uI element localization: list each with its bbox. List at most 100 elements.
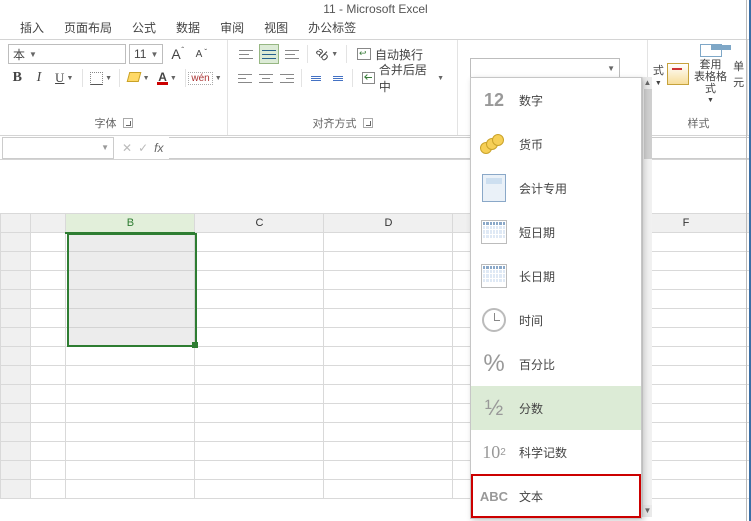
font-size-value: 11 — [134, 47, 146, 61]
window-border — [746, 0, 747, 521]
format-label: 数字 — [519, 92, 543, 109]
tab-formulas[interactable]: 公式 — [122, 16, 166, 39]
shrink-font-button[interactable]: Aˇ — [189, 44, 209, 64]
conditional-format-button[interactable]: 式 ▼ — [652, 44, 665, 104]
format-accounting[interactable]: 会计专用 — [471, 166, 641, 210]
col-header-c[interactable]: C — [195, 214, 324, 233]
align-left-button[interactable] — [236, 68, 254, 88]
app-title: 11 - Microsoft Excel — [323, 2, 427, 16]
percent-icon: % — [479, 349, 509, 379]
format-label: 时间 — [519, 312, 543, 329]
increase-indent-icon — [333, 76, 343, 81]
scroll-up-icon[interactable]: ▲ — [643, 77, 652, 89]
format-long-date[interactable]: 长日期 — [471, 254, 641, 298]
tab-review[interactable]: 审阅 — [210, 16, 254, 39]
border-button[interactable]: ▼ — [88, 68, 114, 88]
format-currency[interactable]: 货币 — [471, 122, 641, 166]
decrease-indent-button[interactable] — [307, 68, 325, 88]
align-top-button[interactable] — [236, 44, 256, 64]
format-number[interactable]: 12 数字 — [471, 78, 641, 122]
table-format-icon — [700, 44, 722, 57]
wrap-text-icon — [357, 48, 371, 60]
bold-button[interactable]: B — [8, 68, 27, 88]
format-label: 百分比 — [519, 356, 555, 373]
align-left-icon — [238, 72, 252, 84]
currency-icon — [479, 129, 509, 159]
enter-icon[interactable]: ✓ — [138, 141, 148, 155]
align-bottom-button[interactable] — [282, 44, 302, 64]
format-time[interactable]: 时间 — [471, 298, 641, 342]
tab-insert[interactable]: 插入 — [10, 16, 54, 39]
format-label: 短日期 — [519, 224, 555, 241]
font-family-value: 本 — [13, 46, 25, 63]
cell-style-label: 单元 — [732, 58, 745, 90]
pinyin-button[interactable]: wén▼ — [191, 68, 219, 88]
font-size-dropdown[interactable]: 11 ▼ — [129, 44, 163, 64]
col-header-b[interactable]: B — [66, 214, 195, 233]
scientific-icon: 102 — [479, 437, 509, 467]
border-icon — [90, 72, 103, 85]
table-format-label: 套用 表格格式 — [691, 59, 731, 95]
col-header[interactable] — [30, 214, 66, 233]
col-header-d[interactable]: D — [324, 214, 453, 233]
number-icon: 12 — [479, 85, 509, 115]
format-short-date[interactable]: 短日期 — [471, 210, 641, 254]
scroll-thumb[interactable] — [644, 89, 652, 159]
formula-input[interactable] — [169, 137, 751, 159]
align-center-button[interactable] — [257, 68, 275, 88]
tab-office[interactable]: 办公标签 — [298, 16, 366, 39]
tab-page-layout[interactable]: 页面布局 — [54, 16, 122, 39]
dialog-launcher-icon[interactable] — [123, 118, 133, 128]
italic-icon: I — [37, 70, 42, 86]
dropdown-scrollbar[interactable]: ▲ ▼ — [642, 77, 652, 517]
separator — [82, 69, 83, 87]
align-right-icon — [280, 72, 294, 84]
fill-color-button[interactable]: ▼ — [125, 68, 151, 88]
align-middle-button[interactable] — [259, 44, 279, 64]
format-scientific[interactable]: 102 科学记数 — [471, 430, 641, 474]
font-family-dropdown[interactable]: 本 ▼ — [8, 44, 126, 64]
fx-icon[interactable]: fx — [154, 141, 163, 155]
group-font: 本 ▼ 11 ▼ Aˆ Aˇ B I U▼ ▼ ▼ A▼ w — [0, 40, 228, 135]
scroll-down-icon[interactable]: ▼ — [643, 505, 652, 517]
tab-view[interactable]: 视图 — [254, 16, 298, 39]
orientation-button[interactable]: ab▼ — [313, 44, 341, 64]
grow-font-button[interactable]: Aˆ — [166, 44, 186, 64]
align-bottom-icon — [285, 48, 299, 60]
name-box[interactable]: ▼ — [2, 137, 114, 159]
format-fraction[interactable]: ½ 分数 — [471, 386, 641, 430]
accounting-icon — [479, 173, 509, 203]
separator — [307, 45, 308, 63]
cancel-icon[interactable]: ✕ — [122, 141, 132, 155]
format-label: 文本 — [519, 488, 543, 505]
group-alignment: ab▼ 自动换行 合并后居中 ▼ — [228, 40, 458, 135]
number-format-dropdown[interactable]: ▼ — [470, 58, 620, 78]
underline-icon: U — [55, 70, 64, 86]
italic-button[interactable]: I — [30, 68, 49, 88]
group-alignment-label: 对齐方式 — [313, 115, 357, 131]
align-center-icon — [259, 72, 273, 84]
format-label: 会计专用 — [519, 180, 567, 197]
align-top-icon — [239, 48, 253, 60]
font-color-button[interactable]: A▼ — [154, 68, 180, 88]
format-text[interactable]: ABC 文本 — [471, 474, 641, 518]
dialog-launcher-icon[interactable] — [363, 118, 373, 128]
format-percentage[interactable]: % 百分比 — [471, 342, 641, 386]
select-all-corner[interactable] — [1, 214, 31, 233]
cell-style-button[interactable]: 单元 — [732, 44, 745, 104]
align-right-button[interactable] — [278, 68, 296, 88]
group-styles-label: 样式 — [688, 115, 710, 131]
underline-button[interactable]: U▼ — [51, 68, 77, 88]
cond-format-icon — [667, 63, 689, 85]
merge-center-button[interactable]: 合并后居中 ▼ — [357, 68, 449, 88]
conditional-format-label: 式 — [653, 62, 664, 78]
fill-icon — [127, 72, 141, 84]
separator — [301, 69, 302, 87]
separator — [185, 69, 186, 87]
table-format-button[interactable]: 套用 表格格式 ▼ — [691, 44, 731, 104]
increase-indent-button[interactable] — [328, 68, 346, 88]
tab-data[interactable]: 数据 — [166, 16, 210, 39]
cond-format-big-button[interactable] — [667, 44, 689, 104]
wrap-text-label: 自动换行 — [375, 46, 423, 63]
merge-icon — [362, 72, 374, 84]
